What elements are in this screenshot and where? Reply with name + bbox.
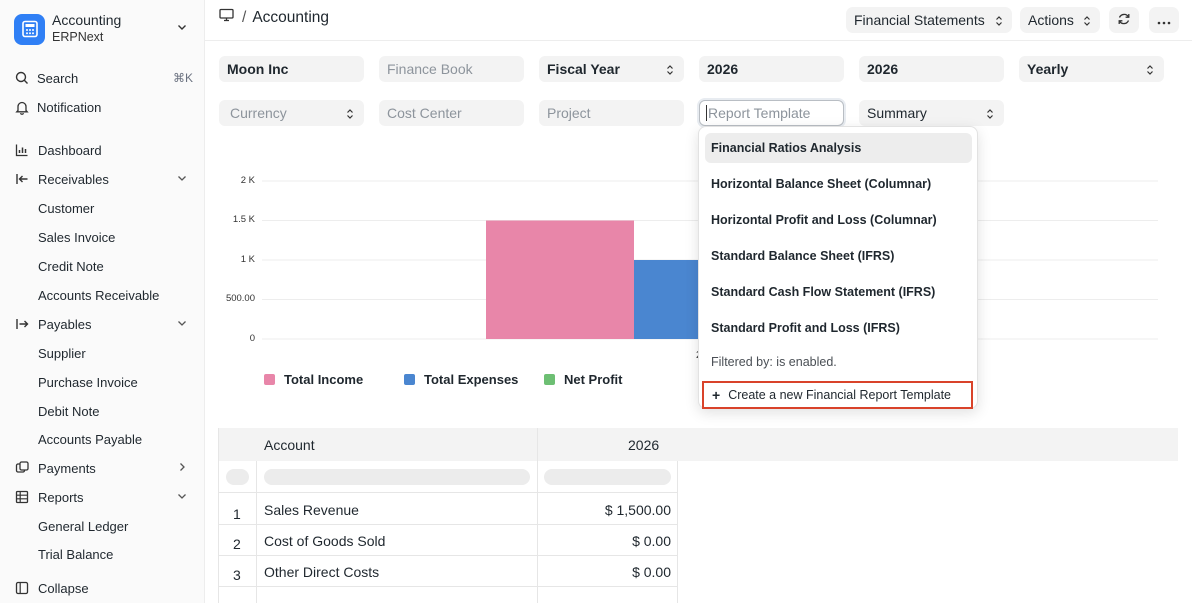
template-option[interactable]: Standard Cash Flow Statement (IFRS) — [705, 277, 972, 307]
table-border — [677, 461, 678, 603]
legend-swatch — [404, 374, 415, 385]
amount-cell: $ 1,500.00 — [604, 502, 671, 518]
account-cell: Sales Revenue — [264, 502, 359, 518]
legend-label: Total Expenses — [424, 372, 519, 387]
table-border — [218, 586, 678, 587]
row-index: 1 — [233, 506, 241, 522]
report-template-dropdown: Financial Ratios Analysis Horizontal Bal… — [698, 126, 978, 409]
legend-total-expenses[interactable]: Total Expenses — [404, 372, 518, 387]
template-option[interactable]: Horizontal Balance Sheet (Columnar) — [705, 169, 972, 199]
table-border — [218, 555, 678, 556]
amount-cell: $ 0.00 — [632, 533, 671, 549]
value-filter-input[interactable] — [544, 469, 671, 485]
amount-cell: $ 0.00 — [632, 564, 671, 580]
plus-icon: + — [712, 387, 721, 403]
table-border — [256, 461, 257, 603]
table-header: Account 2026 — [218, 428, 1178, 461]
filter-note: Filtered by: is enabled. — [711, 355, 837, 369]
create-template-label: Create a new Financial Report Template — [728, 388, 951, 402]
row-index: 2 — [233, 536, 241, 552]
account-cell: Other Direct Costs — [264, 564, 380, 580]
table-border — [218, 428, 219, 603]
bar-total-income[interactable] — [486, 220, 634, 340]
create-template-button[interactable]: + Create a new Financial Report Template — [702, 381, 973, 409]
table-border — [537, 428, 538, 603]
template-option[interactable]: Standard Balance Sheet (IFRS) — [705, 241, 972, 271]
column-header-account[interactable]: Account — [264, 428, 315, 461]
account-cell: Cost of Goods Sold — [264, 533, 386, 549]
legend-swatch — [544, 374, 555, 385]
table-border — [218, 524, 678, 525]
legend-net-profit[interactable]: Net Profit — [544, 372, 623, 387]
legend-label: Total Income — [284, 372, 364, 387]
table-border — [218, 492, 678, 493]
template-option[interactable]: Standard Profit and Loss (IFRS) — [705, 313, 972, 343]
legend-label: Net Profit — [564, 372, 623, 387]
legend-swatch — [264, 374, 275, 385]
account-filter-input[interactable] — [264, 469, 530, 485]
filter-placeholder[interactable] — [226, 469, 249, 485]
row-index: 3 — [233, 567, 241, 583]
template-option[interactable]: Horizontal Profit and Loss (Columnar) — [705, 205, 972, 235]
template-option[interactable]: Financial Ratios Analysis — [705, 133, 972, 163]
legend-total-income[interactable]: Total Income — [264, 372, 363, 387]
column-header-2026[interactable]: 2026 — [628, 428, 659, 461]
